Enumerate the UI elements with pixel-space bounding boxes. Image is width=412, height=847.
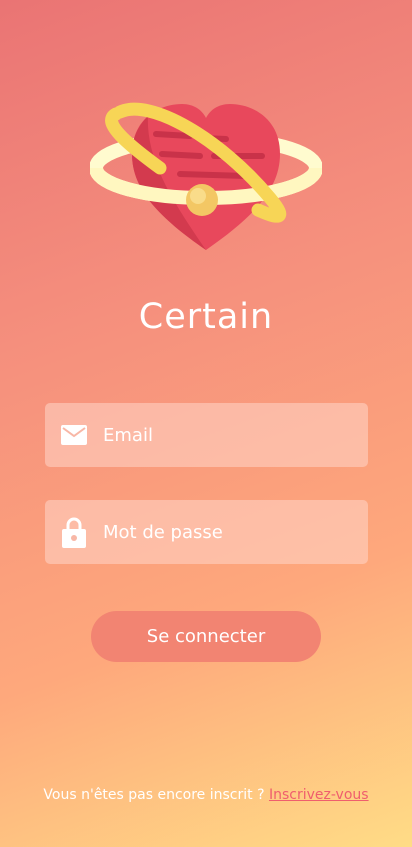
app-logo bbox=[89, 98, 323, 258]
password-input[interactable] bbox=[101, 511, 368, 553]
password-field[interactable] bbox=[45, 500, 368, 564]
app-title: Certain bbox=[138, 297, 274, 338]
login-button[interactable]: Se connecter bbox=[91, 611, 321, 662]
signup-link[interactable]: Inscrivez-vous bbox=[269, 787, 369, 803]
envelope-icon bbox=[60, 421, 88, 449]
signup-prompt-text: Vous n'êtes pas encore inscrit ? bbox=[43, 787, 265, 803]
email-field[interactable] bbox=[45, 403, 368, 467]
signup-prompt-line: Vous n'êtes pas encore inscrit ? Inscriv… bbox=[0, 787, 412, 803]
padlock-icon bbox=[60, 517, 88, 548]
email-input[interactable] bbox=[101, 414, 368, 456]
